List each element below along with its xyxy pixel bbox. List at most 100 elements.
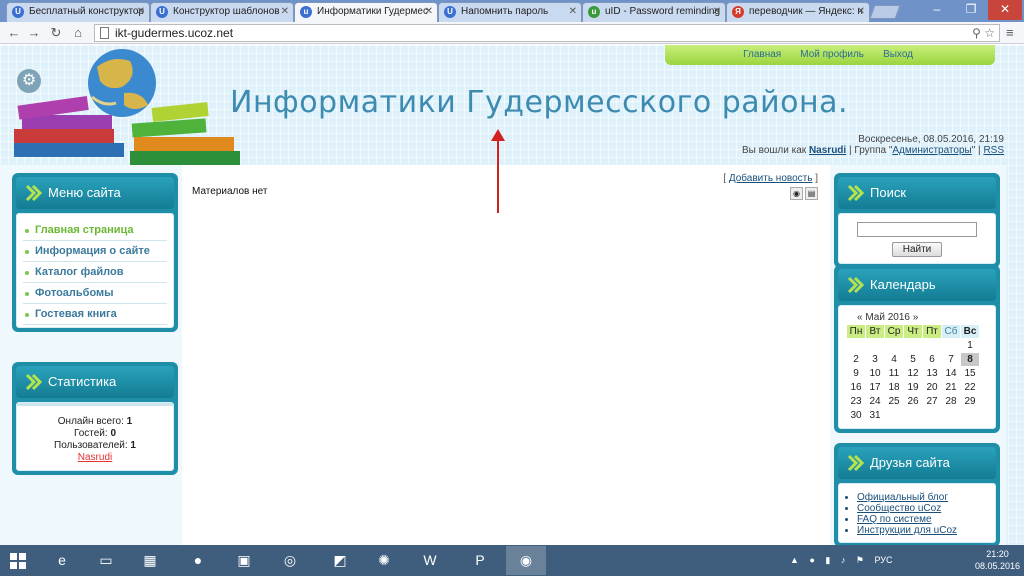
- calendar-day[interactable]: 16: [847, 381, 865, 394]
- top-menu-home[interactable]: Главная: [743, 49, 781, 60]
- search-block: Поиск Найти: [834, 173, 1000, 268]
- calendar-day[interactable]: 15: [961, 367, 979, 380]
- menu-item-guestbook[interactable]: Гостевая книга: [23, 304, 167, 325]
- close-icon[interactable]: ✕: [713, 3, 721, 21]
- calendar-day[interactable]: 7: [942, 353, 960, 366]
- calendar-day[interactable]: 9: [847, 367, 865, 380]
- calendar-empty-cell: [904, 409, 922, 422]
- menu-item-photos[interactable]: Фотоальбомы: [23, 283, 167, 304]
- browser-tab-6[interactable]: Я переводчик — Яндекс: н ✕: [726, 2, 870, 22]
- friend-link-instructions[interactable]: Инструкции для uCoz: [857, 525, 987, 536]
- group-link[interactable]: Администраторы: [892, 145, 971, 156]
- site-menu-list: Главная страница Информация о сайте Ката…: [17, 214, 173, 327]
- tray-volume-icon[interactable]: ♪: [841, 555, 846, 565]
- maximize-button[interactable]: ❐: [954, 0, 988, 20]
- close-icon[interactable]: ✕: [137, 3, 145, 21]
- tray-flag-icon[interactable]: ⚑: [856, 555, 864, 565]
- add-news-link[interactable]: Добавить новость: [729, 173, 813, 184]
- firefox-icon[interactable]: ●: [178, 546, 218, 575]
- calendar-day[interactable]: 12: [904, 367, 922, 380]
- presentation-tool-icon[interactable]: ◩: [320, 546, 360, 575]
- calendar-day[interactable]: 22: [961, 381, 979, 394]
- excel-icon[interactable]: ▦: [130, 546, 170, 575]
- browser-tab-5[interactable]: u uID - Password reminding ✕: [582, 2, 726, 22]
- online-user-link[interactable]: Nasrudi: [78, 452, 112, 463]
- calendar-month[interactable]: « Май 2016 »: [847, 312, 987, 323]
- close-icon[interactable]: ✕: [857, 3, 865, 21]
- calendar-day[interactable]: 4: [885, 353, 903, 366]
- calendar-day[interactable]: 31: [866, 409, 884, 422]
- calendar-day[interactable]: 27: [923, 395, 941, 408]
- window-close-button[interactable]: ✕: [988, 0, 1022, 20]
- home-button[interactable]: ⌂: [70, 25, 86, 41]
- save-disk-icon[interactable]: ▣: [224, 546, 264, 575]
- menu-item-home[interactable]: Главная страница: [23, 220, 167, 241]
- close-icon[interactable]: ✕: [425, 3, 433, 21]
- tray-network-icon[interactable]: ▮: [825, 555, 830, 565]
- tray-lang[interactable]: РУС: [874, 555, 892, 565]
- calendar-day[interactable]: 26: [904, 395, 922, 408]
- search-button[interactable]: Найти: [891, 242, 943, 257]
- chrome-icon[interactable]: ◉: [506, 546, 546, 575]
- friend-link-faq[interactable]: FAQ по системе: [857, 514, 987, 525]
- file-explorer-icon[interactable]: ▭: [86, 546, 126, 575]
- friend-link-community[interactable]: Сообщество uCoz: [857, 503, 987, 514]
- calendar-day[interactable]: 8: [961, 353, 979, 366]
- calendar-day[interactable]: 13: [923, 367, 941, 380]
- calendar-day[interactable]: 23: [847, 395, 865, 408]
- calendar-day[interactable]: 28: [942, 395, 960, 408]
- menu-item-about[interactable]: Информация о сайте: [23, 241, 167, 262]
- list-view-icon[interactable]: ▤: [805, 187, 818, 200]
- minimize-button[interactable]: –: [920, 0, 954, 20]
- calendar-day[interactable]: 10: [866, 367, 884, 380]
- rss-link[interactable]: RSS: [983, 145, 1004, 156]
- calendar-day[interactable]: 14: [942, 367, 960, 380]
- paint-icon[interactable]: ✺: [364, 546, 404, 575]
- calendar-day[interactable]: 5: [904, 353, 922, 366]
- windows-start-icon[interactable]: [10, 553, 26, 569]
- zoom-icon[interactable]: ⚲ ☆: [972, 25, 995, 41]
- calendar-day[interactable]: 24: [866, 395, 884, 408]
- friend-link-blog[interactable]: Официальный блог: [857, 492, 987, 503]
- settings-gear-icon[interactable]: ⚙: [17, 69, 41, 93]
- new-tab-button[interactable]: [869, 5, 901, 19]
- browser-tab-2[interactable]: U Конструктор шаблонов ✕: [150, 2, 294, 22]
- internet-explorer-icon[interactable]: e: [42, 546, 82, 575]
- username-link[interactable]: Nasrudi: [809, 145, 846, 156]
- calendar-day[interactable]: 11: [885, 367, 903, 380]
- powerpoint-icon[interactable]: P: [460, 546, 500, 575]
- calendar-day[interactable]: 2: [847, 353, 865, 366]
- preview-icon[interactable]: ◉: [790, 187, 803, 200]
- calendar-day[interactable]: 6: [923, 353, 941, 366]
- calendar-day[interactable]: 3: [866, 353, 884, 366]
- calendar-day[interactable]: 25: [885, 395, 903, 408]
- close-icon[interactable]: ✕: [569, 3, 577, 21]
- top-menu-profile[interactable]: Мой профиль: [800, 49, 864, 60]
- media-icon[interactable]: ◎: [270, 546, 310, 575]
- address-bar[interactable]: ikt-gudermes.ucoz.net ⚲ ☆: [94, 24, 1000, 42]
- browser-tab-3[interactable]: u Информатики Гудермес ✕: [294, 2, 438, 22]
- calendar-day[interactable]: 18: [885, 381, 903, 394]
- calendar-day[interactable]: 19: [904, 381, 922, 394]
- search-form: Найти: [839, 214, 995, 263]
- forward-button[interactable]: →: [26, 25, 42, 41]
- browser-tab-4[interactable]: U Напомнить пароль ✕: [438, 2, 582, 22]
- taskbar-clock[interactable]: 21:20 08.05.2016: [975, 548, 1020, 572]
- browser-menu-button[interactable]: ≡: [1006, 25, 1014, 40]
- back-button[interactable]: ←: [6, 25, 22, 41]
- calendar-day[interactable]: 1: [961, 339, 979, 352]
- close-icon[interactable]: ✕: [281, 3, 289, 21]
- menu-item-files[interactable]: Каталог файлов: [23, 262, 167, 283]
- calendar-day[interactable]: 17: [866, 381, 884, 394]
- tray-app-icon[interactable]: ●: [809, 555, 814, 565]
- calendar-day[interactable]: 20: [923, 381, 941, 394]
- browser-tab-1[interactable]: U Бесплатный конструктор ✕: [6, 2, 150, 22]
- top-menu-logout[interactable]: Выход: [883, 49, 913, 60]
- calendar-day[interactable]: 29: [961, 395, 979, 408]
- calendar-day[interactable]: 30: [847, 409, 865, 422]
- calendar-day[interactable]: 21: [942, 381, 960, 394]
- search-input[interactable]: [857, 222, 977, 237]
- reload-button[interactable]: ↻: [48, 25, 64, 41]
- word-icon[interactable]: W: [410, 546, 450, 575]
- tray-up-icon[interactable]: ▲: [790, 555, 799, 565]
